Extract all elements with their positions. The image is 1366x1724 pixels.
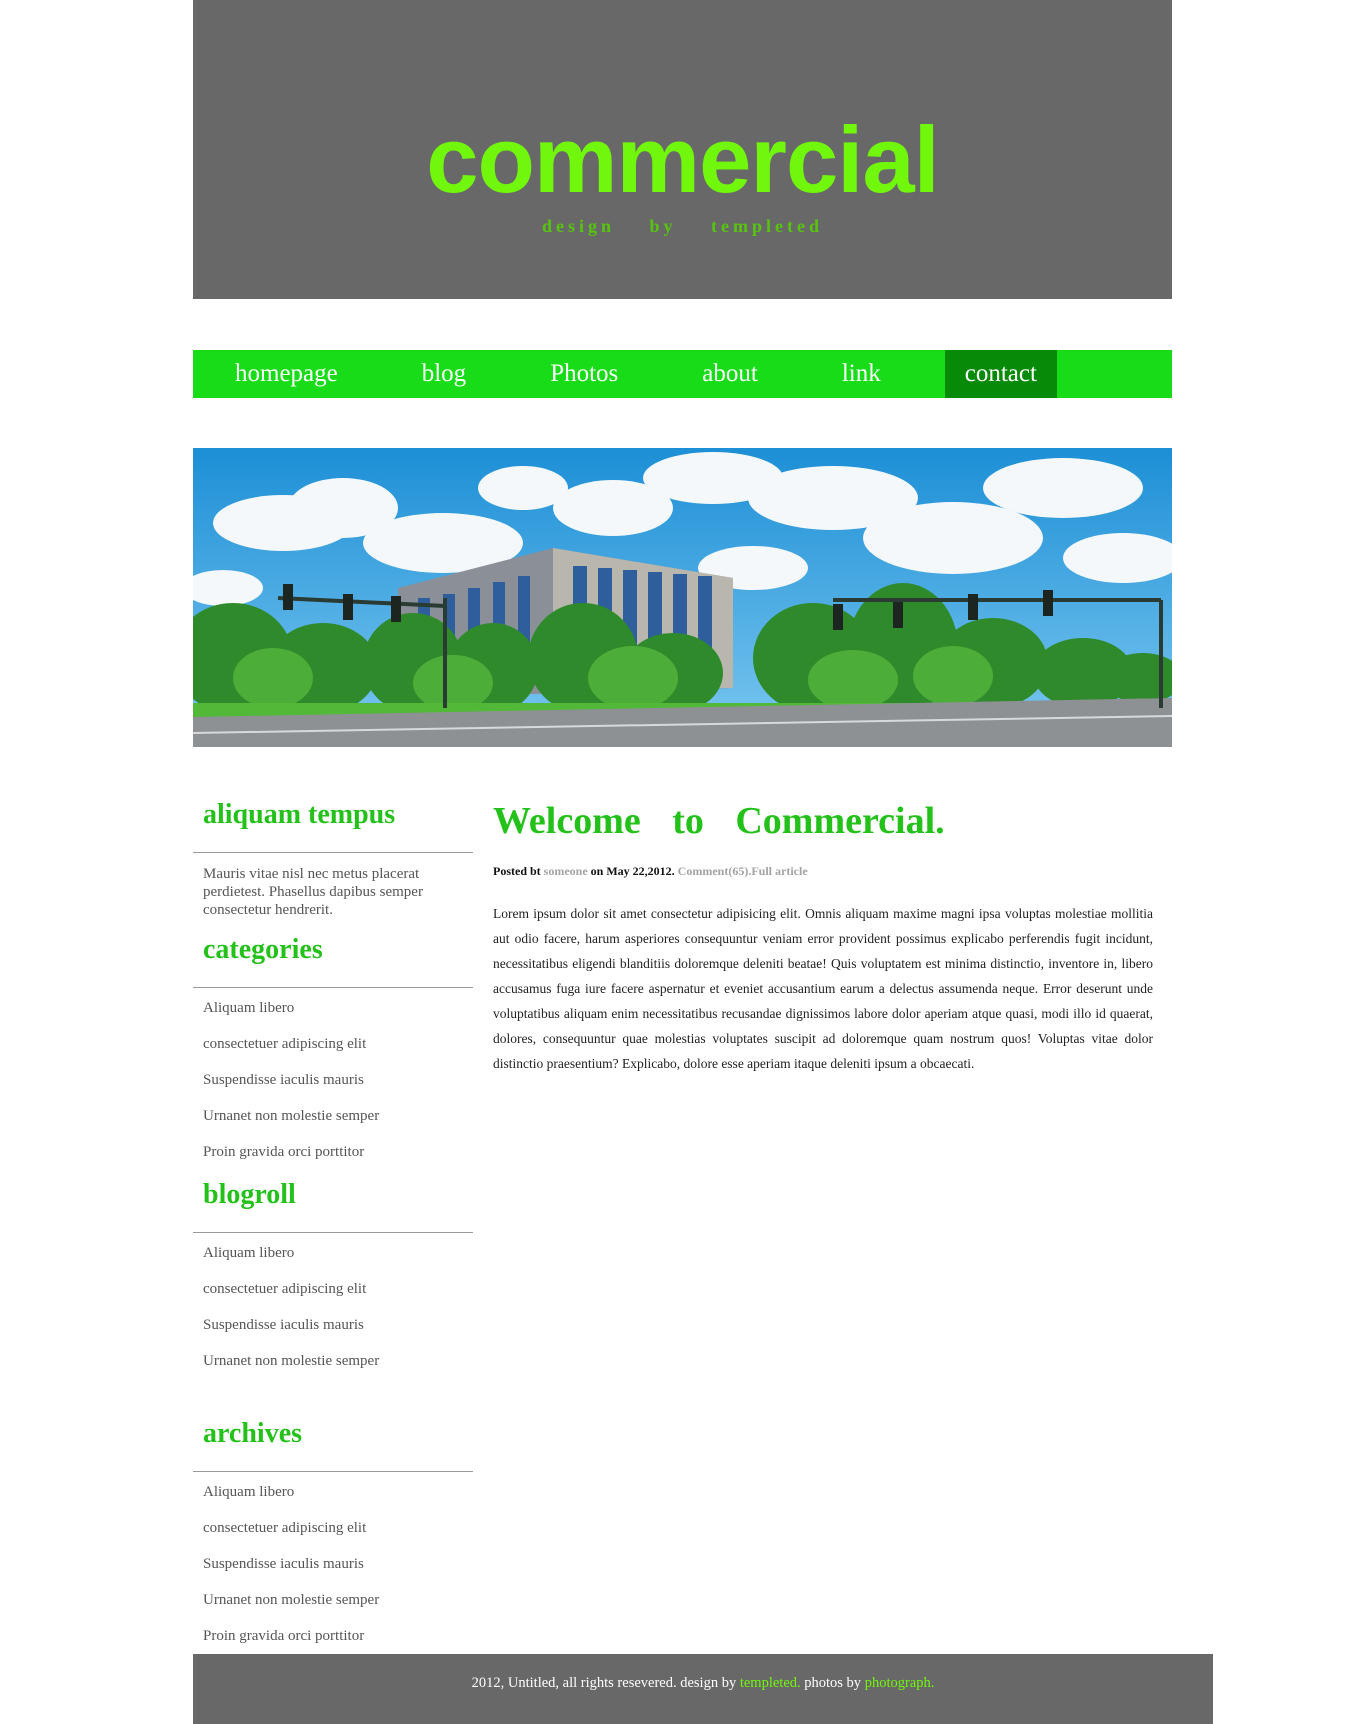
banner-image	[193, 448, 1172, 747]
archive-link[interactable]: Aliquam libero	[193, 1474, 473, 1510]
menu-item-photos[interactable]: Photos	[530, 350, 638, 398]
archive-link[interactable]: Urnanet non molestie semper	[193, 1582, 473, 1618]
main-content: Welcome to Commercial. Posted bt someone…	[493, 790, 1153, 1076]
footer-photos-by: photos by	[800, 1675, 865, 1691]
categories-list: Aliquam libero consectetuer adipiscing e…	[193, 990, 473, 1170]
footer-templeted-link[interactable]: templeted.	[740, 1675, 801, 1691]
menu-item-blog[interactable]: blog	[402, 350, 486, 398]
archives-list: Aliquam libero consectetuer adipiscing e…	[193, 1474, 473, 1654]
sidebar: aliquam tempus Mauris vitae nisl nec met…	[193, 790, 473, 1654]
footer-copyright: 2012, Untitled, all rights resevered. de…	[471, 1675, 740, 1691]
site-header: commercial design by templeted	[193, 0, 1172, 299]
blogroll-link[interactable]: Urnanet non molestie semper	[193, 1343, 473, 1379]
post-title: Welcome to Commercial.	[493, 800, 945, 842]
post-author-link[interactable]: someone	[544, 864, 588, 878]
category-link[interactable]: Proin gravida orci porttitor	[193, 1134, 473, 1170]
menu-item-link[interactable]: link	[822, 350, 901, 398]
sidebar-title-blogroll: blogroll	[193, 1170, 473, 1233]
category-link[interactable]: Urnanet non molestie semper	[193, 1098, 473, 1134]
site-tagline: design by templeted	[542, 216, 823, 236]
menu-item-contact[interactable]: contact	[944, 350, 1057, 398]
archive-link[interactable]: Proin gravida orci porttitor	[193, 1618, 473, 1654]
blogroll-link[interactable]: Aliquam libero	[193, 1235, 473, 1271]
site-footer: 2012, Untitled, all rights resevered. de…	[193, 1654, 1213, 1724]
category-link[interactable]: consectetuer adipiscing elit	[193, 1026, 473, 1062]
menu-item-homepage[interactable]: homepage	[215, 350, 358, 398]
post-date: on May 22,2012.	[587, 864, 678, 878]
blogroll-link[interactable]: Suspendisse iaculis mauris	[193, 1307, 473, 1343]
post-meta-prefix: Posted bt	[493, 864, 544, 878]
post-meta: Posted bt someone on May 22,2012. Commen…	[493, 864, 1153, 879]
sidebar-title-categories: categories	[193, 925, 473, 988]
site-logo[interactable]: commercial	[193, 108, 1172, 212]
sidebar-intro-text: Mauris vitae nisl nec metus placerat per…	[203, 866, 423, 918]
category-link[interactable]: Aliquam libero	[193, 990, 473, 1026]
main-menu: homepage blog Photos about link contact	[193, 350, 1172, 398]
category-link[interactable]: Suspendisse iaculis mauris	[193, 1062, 473, 1098]
post-comments-link[interactable]: Comment(65).	[678, 864, 752, 878]
menu-item-about[interactable]: about	[682, 350, 778, 398]
archive-link[interactable]: Suspendisse iaculis mauris	[193, 1546, 473, 1582]
blogroll-list: Aliquam libero consectetuer adipiscing e…	[193, 1235, 473, 1379]
post-body: Lorem ipsum dolor sit amet consectetur a…	[493, 906, 1153, 1071]
footer-photograph-link[interactable]: photograph.	[865, 1675, 935, 1691]
archive-link[interactable]: consectetuer adipiscing elit	[193, 1510, 473, 1546]
full-article-link[interactable]: Full article	[751, 864, 807, 878]
sidebar-title-aliquam: aliquam tempus	[193, 790, 473, 853]
sidebar-title-archives: archives	[193, 1409, 473, 1472]
blogroll-link[interactable]: consectetuer adipiscing elit	[193, 1271, 473, 1307]
